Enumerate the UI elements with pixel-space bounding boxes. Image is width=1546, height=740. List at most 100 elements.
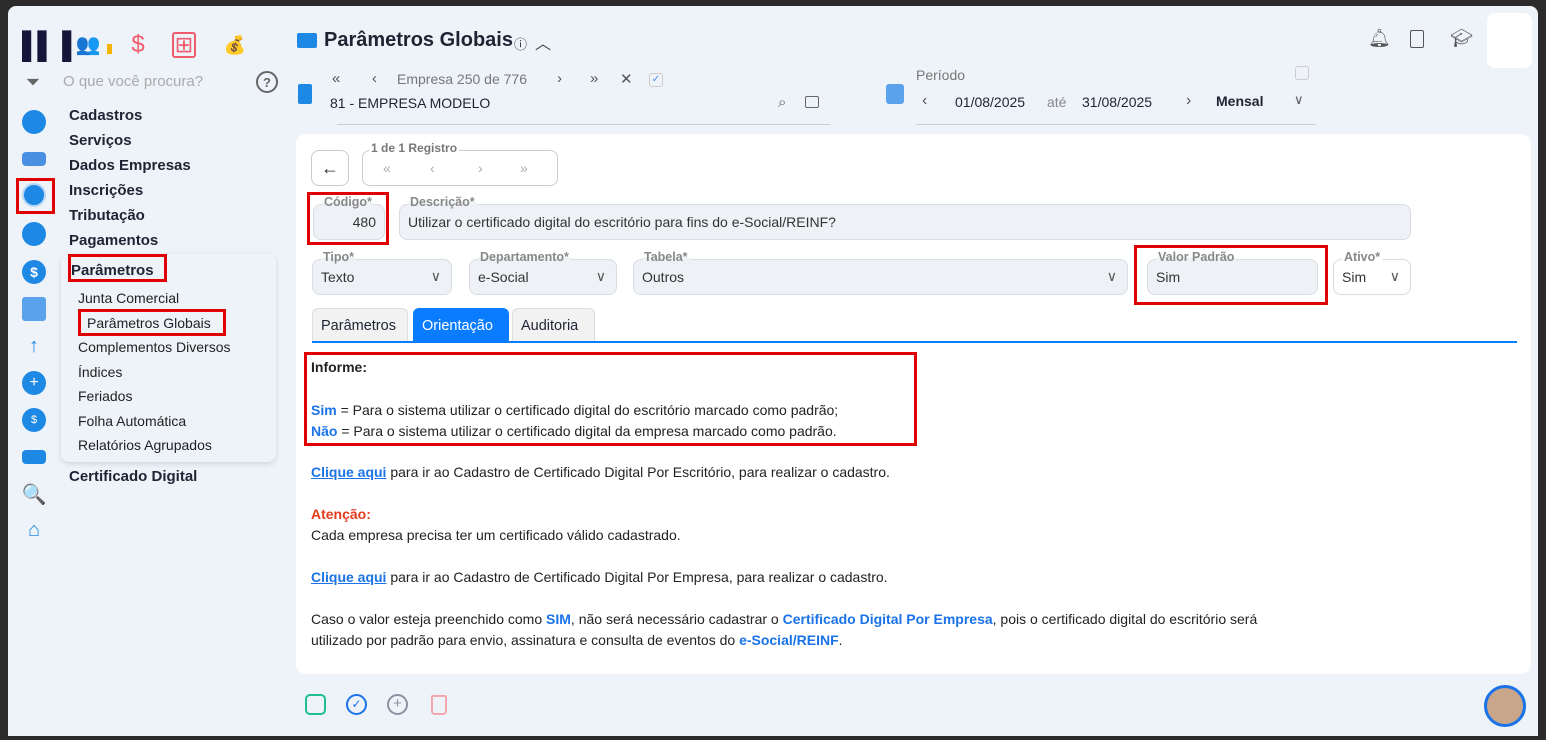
submenu-folha-automatica[interactable]: Folha Automática (78, 413, 186, 429)
clique-aqui-escritorio-link[interactable]: Clique aqui (311, 464, 386, 480)
bell-icon[interactable]: 🔔︎ (1368, 28, 1391, 49)
highlight-box (307, 192, 389, 245)
avatar-placeholder[interactable] (1487, 13, 1532, 68)
link-escritorio-line: Clique aqui para ir ao Cadastro de Certi… (311, 464, 890, 480)
tab-orientacao[interactable]: Orientação (413, 308, 509, 342)
menu-pagamentos[interactable]: Pagamentos (69, 232, 158, 249)
prev-record-button[interactable]: ‹ (430, 160, 435, 176)
prev-company-button[interactable]: ‹ (372, 70, 377, 87)
menu-certificado-digital[interactable]: Certificado Digital (69, 468, 197, 485)
users-icon[interactable] (22, 222, 46, 246)
layers-icon[interactable] (22, 450, 46, 464)
note-text: , pois o certificado digital do escritór… (992, 611, 1258, 627)
mail-icon[interactable] (805, 96, 819, 108)
tab-auditoria[interactable]: Auditoria (512, 308, 595, 342)
informe-heading: Informe: (311, 359, 367, 375)
menu-servicos[interactable]: Serviços (69, 132, 132, 149)
tabela-value: Outros (642, 269, 685, 285)
menu-cadastros[interactable]: Cadastros (69, 107, 142, 124)
tab-parametros[interactable]: Parâmetros (312, 308, 408, 342)
handshake-icon[interactable] (22, 152, 46, 166)
collapse-chevron-icon[interactable]: ︿ (535, 30, 551, 54)
info-icon[interactable]: ⓘ (514, 34, 527, 53)
monitor-icon (297, 33, 317, 48)
first-record-button[interactable]: « (383, 160, 391, 176)
ativo-select[interactable]: Ativo* Sim ∨ (1333, 250, 1411, 295)
gear-plus-icon[interactable]: + (22, 371, 46, 395)
next-company-button[interactable]: › (557, 70, 562, 87)
atencao-heading: Atenção: (311, 506, 371, 522)
ativo-value: Sim (1342, 269, 1367, 285)
link2-text: para ir ao Cadastro de Certificado Digit… (386, 569, 888, 585)
dollar-icon[interactable]: $ (22, 260, 46, 284)
search-icon[interactable]: ⌕ (778, 94, 786, 111)
period-to[interactable]: 31/08/2025 (1082, 94, 1152, 110)
calculator-app-icon[interactable]: ⊞ (172, 32, 196, 58)
building-icon (298, 84, 312, 104)
link-empresa-line: Clique aqui para ir ao Cadastro de Certi… (311, 569, 888, 585)
option-nao: Não = Para o sistema utilizar o certific… (311, 423, 837, 439)
period-mode-chevron-icon[interactable]: ∨ (1294, 92, 1304, 108)
note-sim: SIM (546, 611, 571, 627)
period-from[interactable]: 01/08/2025 (955, 94, 1025, 110)
search-input[interactable]: O que você procura? (63, 73, 203, 90)
money-bag-icon[interactable]: 💰 (224, 32, 246, 58)
indicator (107, 44, 112, 54)
finance-app-icon[interactable]: $ (126, 31, 150, 58)
departamento-select[interactable]: Departamento* e-Social ∨ (469, 250, 617, 295)
search-globe-icon[interactable]: 🔍 (22, 482, 47, 506)
menu-tributacao[interactable]: Tributação (69, 207, 145, 224)
people-app-icon[interactable]: 👥 (76, 32, 101, 56)
menu-inscricoes[interactable]: Inscrições (69, 182, 143, 199)
note-text: Caso o valor esteja preenchido como (311, 611, 547, 627)
submenu-indices[interactable]: Índices (78, 364, 122, 380)
add-button[interactable]: + (387, 694, 408, 715)
user-settings-icon[interactable] (22, 110, 46, 134)
note-line-1: Caso o valor esteja preenchido como SIM,… (311, 611, 1257, 627)
company-name[interactable]: 81 - EMPRESA MODELO (330, 95, 490, 111)
record-counter: 1 de 1 Registro (369, 141, 460, 155)
next-period-button[interactable]: › (1186, 92, 1191, 110)
assistant-avatar[interactable] (1484, 685, 1526, 727)
divider (337, 124, 830, 125)
prev-period-button[interactable]: ‹ (922, 92, 927, 110)
confirm-button[interactable]: ✓ (346, 694, 367, 715)
document-search-icon[interactable] (1410, 30, 1424, 48)
submenu-relatorios-agrupados[interactable]: Relatórios Agrupados (78, 437, 212, 453)
period-checkbox[interactable] (1295, 66, 1309, 80)
calculator-icon[interactable] (22, 297, 46, 321)
note-certificado: Certificado Digital Por Empresa (782, 611, 993, 627)
note-line-2: utilizado por padrão para envio, assinat… (311, 632, 843, 648)
record-navigator: 1 de 1 Registro « ‹ › » (362, 141, 558, 186)
last-company-button[interactable]: » (590, 70, 598, 87)
last-record-button[interactable]: » (520, 160, 528, 176)
tipo-label: Tipo* (321, 250, 357, 264)
menu-dados-empresas[interactable]: Dados Empresas (69, 157, 191, 174)
clique-aqui-empresa-link[interactable]: Clique aqui (311, 569, 386, 585)
first-company-button[interactable]: « (332, 70, 340, 87)
graduation-cap-icon[interactable]: 🎓︎ (1450, 28, 1473, 49)
next-record-button[interactable]: › (478, 160, 483, 176)
submenu-junta-comercial[interactable]: Junta Comercial (78, 290, 179, 306)
period-sep: até (1047, 94, 1067, 110)
submenu-feriados[interactable]: Feriados (78, 388, 132, 404)
note-text: utilizado por padrão para envio, assinat… (311, 632, 740, 648)
clear-company-button[interactable]: ✕ (620, 70, 633, 88)
save-button[interactable] (305, 694, 326, 715)
back-button[interactable]: ← (311, 150, 349, 186)
submenu-complementos-diversos[interactable]: Complementos Diversos (78, 339, 231, 355)
money-bag-blue-icon[interactable]: $ (22, 408, 46, 432)
company-checkbox[interactable]: ✓ (649, 73, 663, 87)
home-icon[interactable]: ⌂ (22, 518, 46, 542)
tabela-label: Tabela* (642, 250, 690, 264)
tipo-select[interactable]: Tipo* Texto ∨ (312, 250, 452, 295)
delete-button[interactable] (431, 695, 447, 715)
calendar-icon (886, 84, 904, 104)
descricao-field[interactable]: Descrição* Utilizar o certificado digital… (399, 195, 1411, 240)
help-icon[interactable]: ? (256, 71, 278, 93)
tax-arrow-icon[interactable]: ↑ (22, 334, 46, 358)
tabela-select[interactable]: Tabela* Outros ∨ (633, 250, 1128, 295)
nao-text: = Para o sistema utilizar o certificado … (337, 423, 837, 439)
period-mode[interactable]: Mensal (1216, 93, 1263, 109)
filter-icon[interactable]: ⏷ (22, 71, 44, 93)
